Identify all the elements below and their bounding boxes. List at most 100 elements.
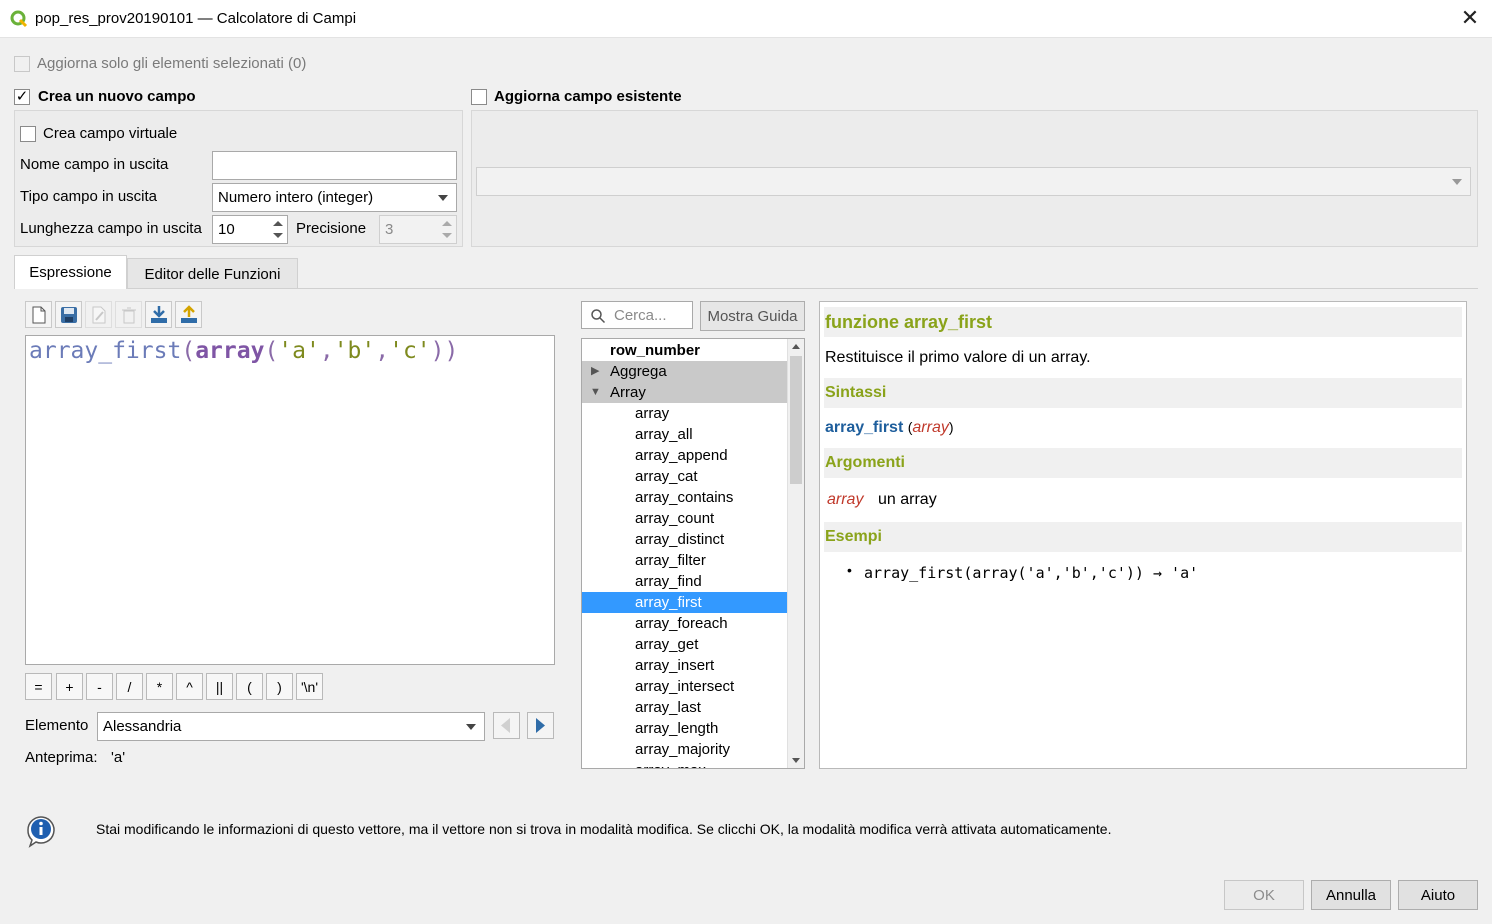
output-name-input[interactable] xyxy=(212,151,457,180)
chevron-down-icon: ▼ xyxy=(590,386,601,398)
scrollbar-thumb[interactable] xyxy=(790,356,802,484)
show-help-button[interactable]: Mostra Guida xyxy=(700,301,805,331)
update-existing-checkbox[interactable] xyxy=(471,89,487,105)
tree-scrollbar[interactable] xyxy=(787,339,804,768)
next-feature-button[interactable] xyxy=(527,712,554,739)
operator-divide-button[interactable]: / xyxy=(116,673,143,700)
tree-item-array-first[interactable]: array_first xyxy=(582,592,787,613)
expression-code: array_first(array('a','b','c')) xyxy=(29,338,458,364)
previous-feature-button[interactable] xyxy=(493,712,520,739)
element-select[interactable]: Alessandria xyxy=(97,712,485,741)
code-function: array_first xyxy=(29,338,182,364)
output-name-label: Nome campo in uscita xyxy=(20,156,169,173)
tree-item-array-intersect[interactable]: array_intersect xyxy=(582,676,787,697)
edit-icon[interactable] xyxy=(85,301,112,328)
operator-concat-button[interactable]: || xyxy=(206,673,233,700)
tree-item-array-get[interactable]: array_get xyxy=(582,634,787,655)
tab-function-editor[interactable]: Editor delle Funzioni xyxy=(127,258,298,289)
tree-item-array-contains[interactable]: array_contains xyxy=(582,487,787,508)
tree-item-array[interactable]: array xyxy=(582,403,787,424)
tree-group-label: Array xyxy=(610,384,646,401)
syntax-header: Sintassi xyxy=(824,378,1462,408)
info-icon xyxy=(27,816,55,848)
tree-group-array[interactable]: ▼ Array xyxy=(582,382,787,403)
existing-field-select[interactable] xyxy=(476,167,1471,196)
tree-item-array-all[interactable]: array_all xyxy=(582,424,787,445)
chevron-right-icon: ▶ xyxy=(591,365,600,377)
tree-item-row-number[interactable]: row_number xyxy=(582,340,787,361)
operator-equals-button[interactable]: = xyxy=(25,673,52,700)
close-icon[interactable]: ✕ xyxy=(1458,6,1482,30)
operator-plus-button[interactable]: + xyxy=(56,673,83,700)
search-placeholder: Cerca... xyxy=(614,307,667,324)
export-icon[interactable] xyxy=(175,301,202,328)
create-new-field-checkbox[interactable]: ✓ xyxy=(14,89,30,105)
tree-item-array-max[interactable]: array_max xyxy=(582,760,787,768)
operator-multiply-button[interactable]: * xyxy=(146,673,173,700)
expression-editor[interactable]: array_first(array('a','b','c')) xyxy=(25,335,555,665)
new-file-icon[interactable] xyxy=(25,301,52,328)
tree-item-array-foreach[interactable]: array_foreach xyxy=(582,613,787,634)
operator-newline-button[interactable]: '\n' xyxy=(296,673,323,700)
arrow-right-icon xyxy=(536,718,545,733)
ok-button[interactable]: OK xyxy=(1224,880,1304,910)
syntax-argument: array xyxy=(912,419,949,436)
tree-item-array-length[interactable]: array_length xyxy=(582,718,787,739)
code-paren: ( xyxy=(264,338,279,364)
info-message: Stai modificando le informazioni di ques… xyxy=(96,821,1112,837)
output-length-label: Lunghezza campo in uscita xyxy=(20,220,202,237)
cancel-button[interactable]: Annulla xyxy=(1311,880,1391,910)
precision-value: 3 xyxy=(385,221,394,238)
help-title: funzione array_first xyxy=(824,307,1462,337)
function-tree[interactable]: row_number ▶ Aggrega ▼ Array array array… xyxy=(581,338,805,769)
element-value: Alessandria xyxy=(103,718,182,735)
operator-power-button[interactable]: ^ xyxy=(176,673,203,700)
output-length-spinbox[interactable]: 10 xyxy=(212,215,288,244)
code-string: 'a' xyxy=(278,338,320,364)
update-selected-label: Aggiorna solo gli elementi selezionati (… xyxy=(37,55,307,72)
scroll-down-icon[interactable] xyxy=(792,758,800,763)
tree-item-array-insert[interactable]: array_insert xyxy=(582,655,787,676)
save-icon[interactable] xyxy=(55,301,82,328)
output-type-select[interactable]: Numero intero (integer) xyxy=(212,183,457,212)
operator-close-paren-button[interactable]: ) xyxy=(266,673,293,700)
examples-header: Esempi xyxy=(824,522,1462,552)
tree-item-array-cat[interactable]: array_cat xyxy=(582,466,787,487)
precision-spinbox[interactable]: 3 xyxy=(379,215,457,244)
element-label: Elemento xyxy=(25,717,89,734)
update-selected-checkbox[interactable] xyxy=(14,56,30,72)
tree-item-array-find[interactable]: array_find xyxy=(582,571,787,592)
chevron-down-icon xyxy=(438,195,448,201)
code-string: 'c' xyxy=(389,338,431,364)
spin-up-icon[interactable] xyxy=(273,221,283,226)
search-icon xyxy=(591,309,606,324)
function-search-input[interactable]: Cerca... xyxy=(581,301,693,329)
help-button[interactable]: Aiuto xyxy=(1398,880,1478,910)
chevron-down-icon xyxy=(1452,179,1462,185)
tree-group-aggregate[interactable]: ▶ Aggrega xyxy=(582,361,787,382)
example-code: array_first(array('a','b','c')) → 'a' xyxy=(864,564,1199,582)
title-bar: pop_res_prov20190101 — Calcolatore di Ca… xyxy=(0,0,1492,38)
tree-item-array-distinct[interactable]: array_distinct xyxy=(582,529,787,550)
import-icon[interactable] xyxy=(145,301,172,328)
virtual-field-checkbox[interactable] xyxy=(20,126,36,142)
tree-item-array-last[interactable]: array_last xyxy=(582,697,787,718)
tree-group-label: Aggrega xyxy=(610,363,667,380)
qgis-logo-icon xyxy=(10,10,28,28)
operator-open-paren-button[interactable]: ( xyxy=(236,673,263,700)
help-description: Restituisce il primo valore di un array. xyxy=(825,349,1091,366)
scroll-up-icon[interactable] xyxy=(792,344,800,349)
update-existing-label: Aggiorna campo esistente xyxy=(494,88,682,105)
tree-item-array-append[interactable]: array_append xyxy=(582,445,787,466)
code-paren: )) xyxy=(430,338,459,364)
tab-expression[interactable]: Espressione xyxy=(14,255,127,289)
function-help-panel: funzione array_first Restituisce il prim… xyxy=(819,301,1467,769)
checkmark-icon: ✓ xyxy=(15,88,29,105)
tree-item-array-majority[interactable]: array_majority xyxy=(582,739,787,760)
tree-item-array-count[interactable]: array_count xyxy=(582,508,787,529)
output-type-value: Numero intero (integer) xyxy=(218,189,374,206)
tree-item-array-filter[interactable]: array_filter xyxy=(582,550,787,571)
operator-minus-button[interactable]: - xyxy=(86,673,113,700)
spin-down-icon[interactable] xyxy=(273,233,283,238)
delete-icon[interactable] xyxy=(115,301,142,328)
